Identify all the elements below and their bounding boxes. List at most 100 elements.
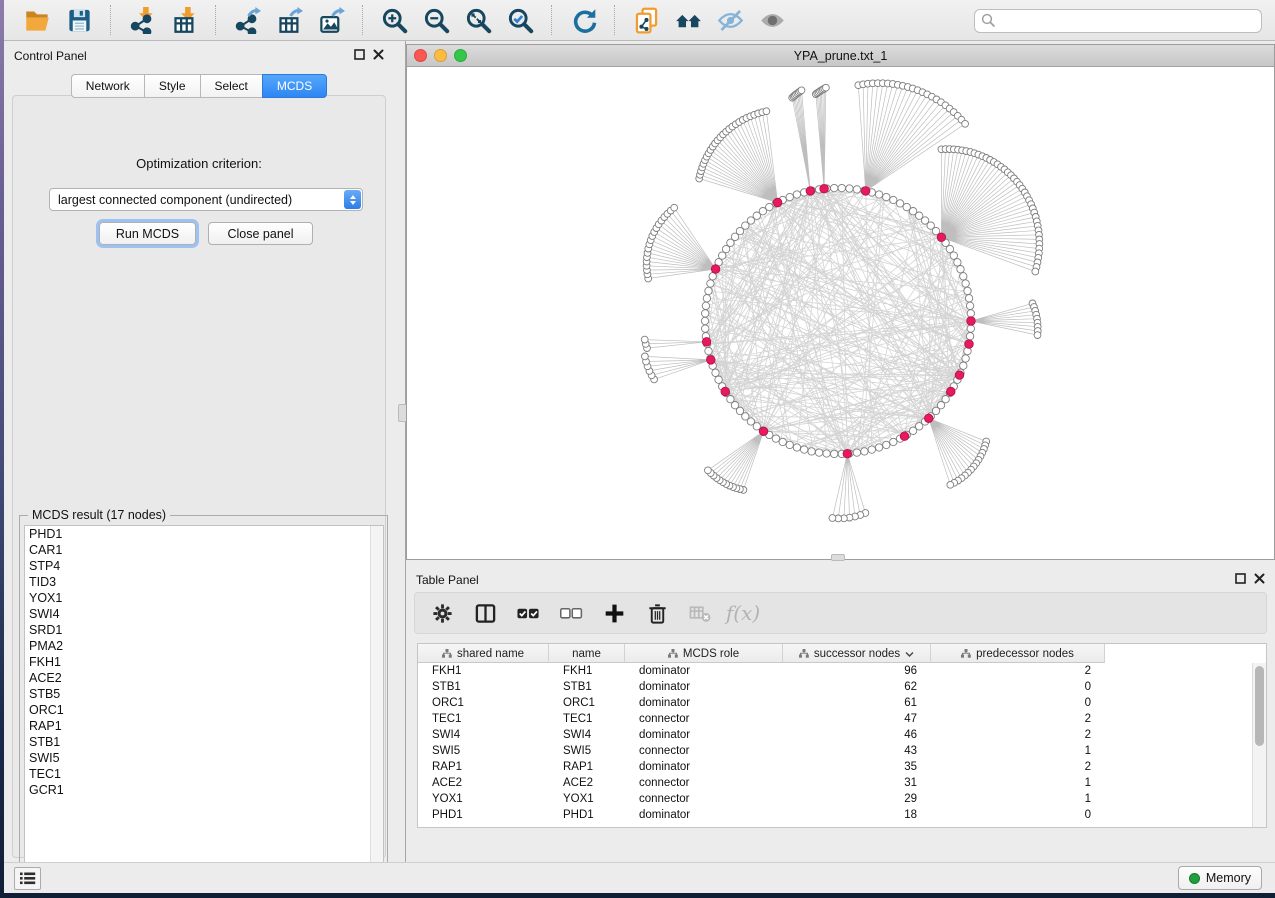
table-cell[interactable]: PHD1 [418, 809, 549, 821]
export-network-icon[interactable] [226, 3, 268, 37]
table-row[interactable]: SWI5SWI5connector431 [418, 743, 1266, 759]
table-cell[interactable]: TEC1 [418, 713, 549, 725]
table-cell[interactable]: SWI5 [418, 745, 549, 757]
mcds-hub-node[interactable] [806, 187, 815, 196]
table-cell[interactable]: 29 [783, 793, 931, 805]
table-cell[interactable]: 96 [783, 665, 931, 677]
table-cell[interactable]: dominator [625, 729, 783, 741]
mcds-result-item[interactable]: STP4 [25, 558, 383, 574]
mcds-hub-node[interactable] [702, 338, 711, 347]
close-table-panel-icon[interactable] [1254, 571, 1265, 589]
table-cell[interactable]: 46 [783, 729, 931, 741]
table-cell[interactable]: 62 [783, 681, 931, 693]
table-cell[interactable]: 61 [783, 697, 931, 709]
mcds-result-list[interactable]: PHD1CAR1STP4TID3YOX1SWI4SRD1PMA2FKH1ACE2… [24, 525, 384, 883]
tab-mcds[interactable]: MCDS [262, 74, 327, 98]
table-scrollbar-thumb[interactable] [1255, 666, 1264, 746]
table-cell[interactable]: YOX1 [549, 793, 625, 805]
mcds-result-item[interactable]: YOX1 [25, 590, 383, 606]
column-header-shared-name[interactable]: shared name [418, 644, 549, 663]
table-cell[interactable]: 2 [931, 665, 1105, 677]
zoom-out-icon[interactable] [415, 3, 457, 37]
table-cell[interactable]: 0 [931, 697, 1105, 709]
float-panel-icon[interactable] [354, 47, 365, 65]
table-row[interactable]: FKH1FKH1dominator962 [418, 663, 1266, 679]
table-cell[interactable]: dominator [625, 761, 783, 773]
table-cell[interactable]: dominator [625, 681, 783, 693]
select-all-icon[interactable] [515, 600, 541, 626]
table-cell[interactable]: 0 [931, 809, 1105, 821]
table-cell[interactable]: PHD1 [549, 809, 625, 821]
column-header-name[interactable]: name [549, 644, 625, 663]
mcds-hub-node[interactable] [947, 387, 956, 396]
deselect-all-icon[interactable] [558, 600, 584, 626]
mcds-hub-node[interactable] [965, 340, 974, 349]
mcds-hub-node[interactable] [773, 198, 782, 207]
table-cell[interactable]: dominator [625, 665, 783, 677]
mcds-hub-node[interactable] [711, 265, 720, 274]
table-cell[interactable]: 1 [931, 745, 1105, 757]
table-cell[interactable]: YOX1 [418, 793, 549, 805]
tab-network[interactable]: Network [71, 74, 144, 98]
table-row[interactable]: ORC1ORC1dominator610 [418, 695, 1266, 711]
table-row[interactable]: TEC1TEC1connector472 [418, 711, 1266, 727]
network-titlebar[interactable]: YPA_prune.txt_1 [407, 45, 1274, 67]
mcds-hub-node[interactable] [721, 387, 730, 396]
zoom-in-icon[interactable] [373, 3, 415, 37]
column-header-MCDS-role[interactable]: MCDS role [625, 644, 783, 663]
mcds-result-item[interactable]: ORC1 [25, 702, 383, 718]
mcds-hub-node[interactable] [820, 184, 829, 193]
table-cell[interactable]: connector [625, 745, 783, 757]
table-cell[interactable]: 35 [783, 761, 931, 773]
table-cell[interactable]: ORC1 [549, 697, 625, 709]
mcds-result-item[interactable]: PMA2 [25, 638, 383, 654]
table-cell[interactable]: SWI4 [549, 729, 625, 741]
mcds-hub-node[interactable] [937, 233, 946, 242]
table-cell[interactable]: ACE2 [549, 777, 625, 789]
network-canvas[interactable] [407, 67, 1274, 559]
table-cell[interactable]: RAP1 [418, 761, 549, 773]
horizontal-splitter-grip[interactable] [831, 554, 845, 561]
tab-select[interactable]: Select [200, 74, 262, 98]
criterion-dropdown[interactable]: largest connected component (undirected) [49, 188, 363, 211]
show-all-icon[interactable] [751, 3, 793, 37]
import-table-icon[interactable] [163, 3, 205, 37]
mcds-result-item[interactable]: STB5 [25, 686, 383, 702]
mcds-hub-node[interactable] [955, 371, 964, 380]
mcds-result-item[interactable]: TID3 [25, 574, 383, 590]
mcds-result-item[interactable]: GCR1 [25, 782, 383, 798]
import-network-icon[interactable] [121, 3, 163, 37]
mcds-result-item[interactable]: FKH1 [25, 654, 383, 670]
table-row[interactable]: RAP1RAP1dominator352 [418, 759, 1266, 775]
zoom-selected-icon[interactable] [499, 3, 541, 37]
column-header-predecessor-nodes[interactable]: predecessor nodes [931, 644, 1105, 663]
table-cell[interactable]: 47 [783, 713, 931, 725]
table-cell[interactable]: 31 [783, 777, 931, 789]
table-cell[interactable]: connector [625, 793, 783, 805]
table-cell[interactable]: SWI4 [418, 729, 549, 741]
table-scrollbar-track[interactable] [1252, 663, 1266, 827]
table-cell[interactable]: FKH1 [549, 665, 625, 677]
table-row[interactable]: ACE2ACE2connector311 [418, 775, 1266, 791]
mcds-hub-node[interactable] [861, 187, 870, 196]
table-cell[interactable]: RAP1 [549, 761, 625, 773]
copy-network-icon[interactable] [625, 3, 667, 37]
mcds-hub-node[interactable] [900, 432, 909, 441]
mcds-result-item[interactable]: TEC1 [25, 766, 383, 782]
table-cell[interactable]: TEC1 [549, 713, 625, 725]
mcds-result-item[interactable]: CAR1 [25, 542, 383, 558]
mcds-result-item[interactable]: SWI4 [25, 606, 383, 622]
table-row[interactable]: STB1STB1dominator620 [418, 679, 1266, 695]
mcds-hub-node[interactable] [924, 414, 933, 423]
mcds-hub-node[interactable] [967, 317, 976, 326]
table-cell[interactable]: 2 [931, 713, 1105, 725]
mcds-list-scrollbar[interactable] [370, 526, 383, 882]
mcds-result-item[interactable]: STB1 [25, 734, 383, 750]
table-cell[interactable]: dominator [625, 809, 783, 821]
run-mcds-button[interactable]: Run MCDS [99, 222, 196, 245]
mcds-result-item[interactable]: ACE2 [25, 670, 383, 686]
mcds-result-item[interactable]: RAP1 [25, 718, 383, 734]
table-cell[interactable]: 1 [931, 793, 1105, 805]
table-row[interactable]: PHD1PHD1dominator180 [418, 807, 1266, 823]
export-image-icon[interactable] [310, 3, 352, 37]
